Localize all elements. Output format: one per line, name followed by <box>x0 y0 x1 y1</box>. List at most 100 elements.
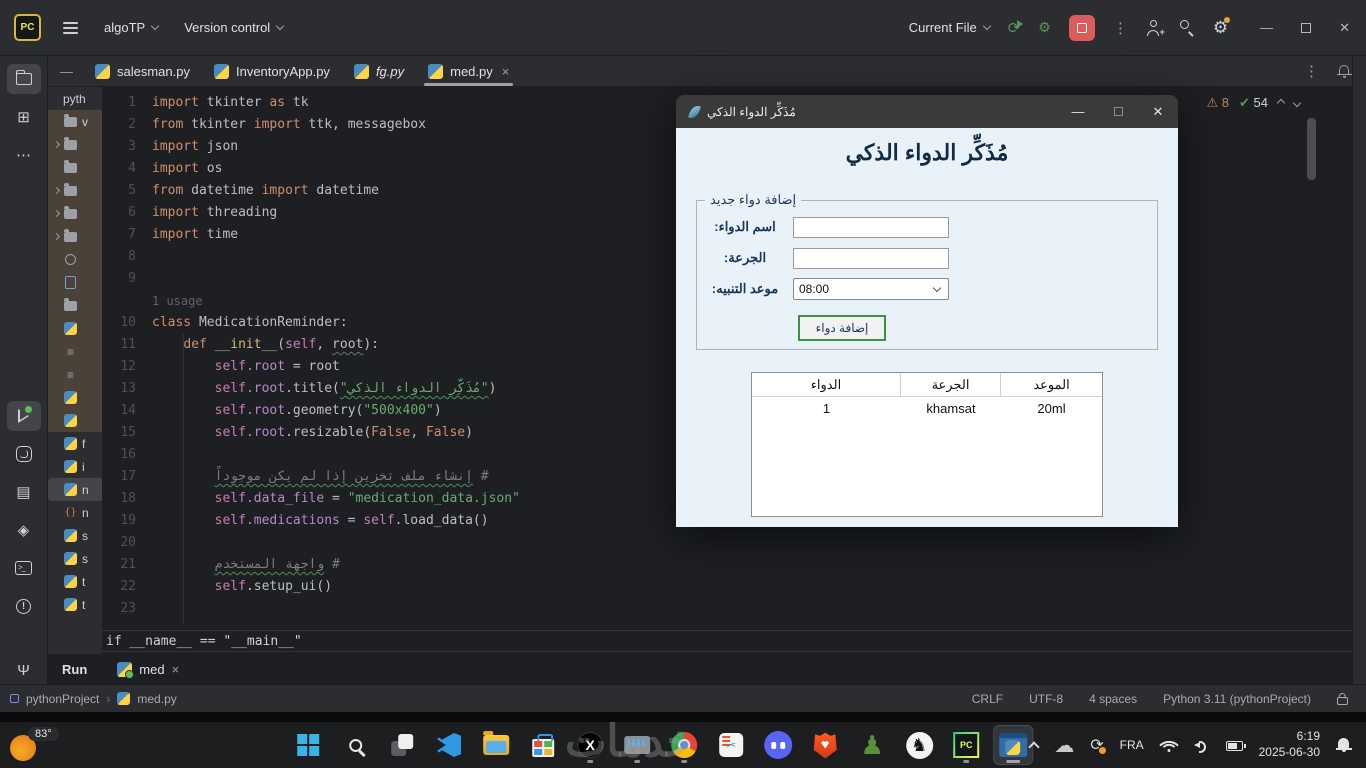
weather-widget[interactable]: 83° <box>10 727 74 763</box>
python-app-icon[interactable] <box>993 725 1034 765</box>
problems-icon[interactable]: ! <box>7 591 41 621</box>
previous-problem-icon[interactable] <box>1276 98 1286 108</box>
file-explorer-icon[interactable] <box>477 726 515 764</box>
next-problem-icon[interactable] <box>1292 98 1302 108</box>
tab-options-icon[interactable]: ⋮ <box>1304 62 1319 80</box>
snipping-tool-icon[interactable]: ✂ <box>712 726 750 764</box>
alert-time-combobox[interactable]: 08:00 <box>793 278 949 300</box>
chrome-icon[interactable] <box>665 726 703 764</box>
table-column-header[interactable]: الموعد <box>1001 373 1102 396</box>
indent-indicator[interactable]: 4 spaces <box>1089 692 1137 706</box>
main-menu-icon[interactable] <box>63 21 78 34</box>
app-maximize-button[interactable] <box>1098 104 1138 119</box>
line-ending-indicator[interactable]: CRLF <box>972 692 1003 706</box>
tree-item[interactable] <box>48 202 102 225</box>
run-configuration-selector[interactable]: Current File <box>909 20 991 35</box>
tree-item[interactable]: i <box>48 455 102 478</box>
language-indicator[interactable]: FRA <box>1120 738 1144 752</box>
tree-item[interactable]: ≡ <box>48 363 102 386</box>
run-anything-icon[interactable]: ◈ <box>7 515 41 545</box>
add-medicine-button[interactable]: إضافة دواء <box>798 315 886 341</box>
close-run-tab-icon[interactable]: × <box>172 662 180 677</box>
chess-app-icon[interactable]: ♟ <box>853 726 891 764</box>
tree-item[interactable] <box>48 225 102 248</box>
table-row[interactable]: 1 khamsat 20ml <box>752 397 1102 419</box>
task-view-icon[interactable] <box>383 726 421 764</box>
taskbar-search-icon[interactable] <box>336 726 374 764</box>
version-control-branch-icon[interactable]: Ψ <box>7 655 41 685</box>
tab-InventoryApp.py[interactable]: InventoryApp.py <box>202 56 342 86</box>
notifications-bell-icon[interactable] <box>1337 64 1352 79</box>
python-packages-icon[interactable] <box>7 439 41 469</box>
tree-item[interactable]: s <box>48 547 102 570</box>
microsoft-store-icon[interactable] <box>524 726 562 764</box>
breadcrumb[interactable]: pythonProject › med.py <box>10 692 177 706</box>
close-tab-icon[interactable]: × <box>502 64 510 79</box>
vcs-widget[interactable]: Version control <box>184 20 285 35</box>
interpreter-indicator[interactable]: Python 3.11 (pythonProject) <box>1163 692 1311 706</box>
medications-table[interactable]: الدواء الجرعة الموعد 1 khamsat 20ml <box>751 372 1103 517</box>
onedrive-cloud-icon[interactable]: ☁ <box>1054 733 1074 758</box>
rerun-icon[interactable]: ⟳ <box>1008 19 1023 37</box>
tree-item[interactable] <box>48 248 102 271</box>
tab-salesman.py[interactable]: salesman.py <box>83 56 202 86</box>
app-close-button[interactable]: ✕ <box>1138 104 1178 120</box>
stop-button[interactable] <box>1068 14 1095 41</box>
window-minimize-button[interactable]: — <box>1260 20 1273 35</box>
notification-center-icon[interactable] <box>1336 737 1352 753</box>
sticky-context-line[interactable]: if __name__ == "__main__" <box>102 630 1352 652</box>
run-panel-title[interactable]: Run <box>62 662 87 677</box>
settings-gear-icon[interactable]: ⚙ <box>1213 16 1231 38</box>
battery-icon[interactable] <box>1225 741 1246 751</box>
run-tool-icon[interactable] <box>6 401 41 431</box>
medicine-name-input[interactable] <box>793 216 949 238</box>
code-with-me-icon[interactable]: + <box>1146 19 1165 37</box>
encoding-indicator[interactable]: UTF-8 <box>1029 692 1063 706</box>
structure-tool-icon[interactable]: ⊞ <box>7 102 41 132</box>
run-tab-med[interactable]: med × <box>117 661 180 679</box>
app-titlebar[interactable]: مُذَكِّر الدواء الذكي — ✕ <box>676 95 1178 128</box>
dosage-input[interactable] <box>793 247 949 269</box>
terminal-icon[interactable]: >_ <box>7 553 41 583</box>
table-column-header[interactable]: الدواء <box>752 373 901 396</box>
keyboard-app-icon[interactable] <box>618 726 656 764</box>
tab-fg.py[interactable]: fg.py <box>342 56 416 86</box>
lichess-icon[interactable]: ♞ <box>900 726 938 764</box>
tree-item[interactable]: n <box>48 478 102 501</box>
table-column-header[interactable]: الجرعة <box>901 373 1001 396</box>
tree-item[interactable] <box>48 156 102 179</box>
vscode-icon[interactable] <box>430 726 468 764</box>
brave-icon[interactable] <box>806 726 844 764</box>
tree-chevron-icon[interactable] <box>52 232 61 241</box>
tree-item[interactable]: {} n <box>48 501 102 524</box>
tree-item[interactable]: s <box>48 524 102 547</box>
project-widget[interactable]: algoTP <box>104 20 160 35</box>
tree-item[interactable] <box>48 386 102 409</box>
app-minimize-button[interactable]: — <box>1058 104 1098 119</box>
search-everywhere-icon[interactable] <box>1179 20 1195 36</box>
tree-item[interactable]: v <box>48 110 102 133</box>
editor-scrollbar[interactable] <box>1307 118 1316 180</box>
tree-item[interactable] <box>48 317 102 340</box>
tree-item[interactable]: t <box>48 570 102 593</box>
tree-item[interactable] <box>48 179 102 202</box>
tree-item[interactable] <box>48 271 102 294</box>
clock-widget[interactable]: 6:19 2025-06-30 <box>1259 729 1320 760</box>
tree-item[interactable]: t <box>48 593 102 616</box>
pycharm-icon[interactable]: PC <box>947 726 985 764</box>
more-actions-icon[interactable]: ⋮ <box>1113 19 1128 37</box>
project-tool-icon[interactable] <box>6 64 41 94</box>
tree-item[interactable]: pyth <box>48 87 102 110</box>
discord-icon[interactable] <box>759 726 797 764</box>
services-icon[interactable]: ▤ <box>7 477 41 507</box>
window-close-button[interactable]: ✕ <box>1339 20 1350 36</box>
wifi-icon[interactable] <box>1158 735 1179 755</box>
tree-item[interactable]: f <box>48 432 102 455</box>
volume-icon[interactable] <box>1193 738 1210 753</box>
tree-item[interactable]: ≡ <box>48 340 102 363</box>
tree-chevron-icon[interactable] <box>52 140 61 149</box>
tree-item[interactable] <box>48 294 102 317</box>
tree-item[interactable] <box>48 133 102 156</box>
windows-start-icon[interactable] <box>289 726 327 764</box>
inspections-widget[interactable]: ⚠ 8 ✔ 54 <box>1207 95 1302 111</box>
